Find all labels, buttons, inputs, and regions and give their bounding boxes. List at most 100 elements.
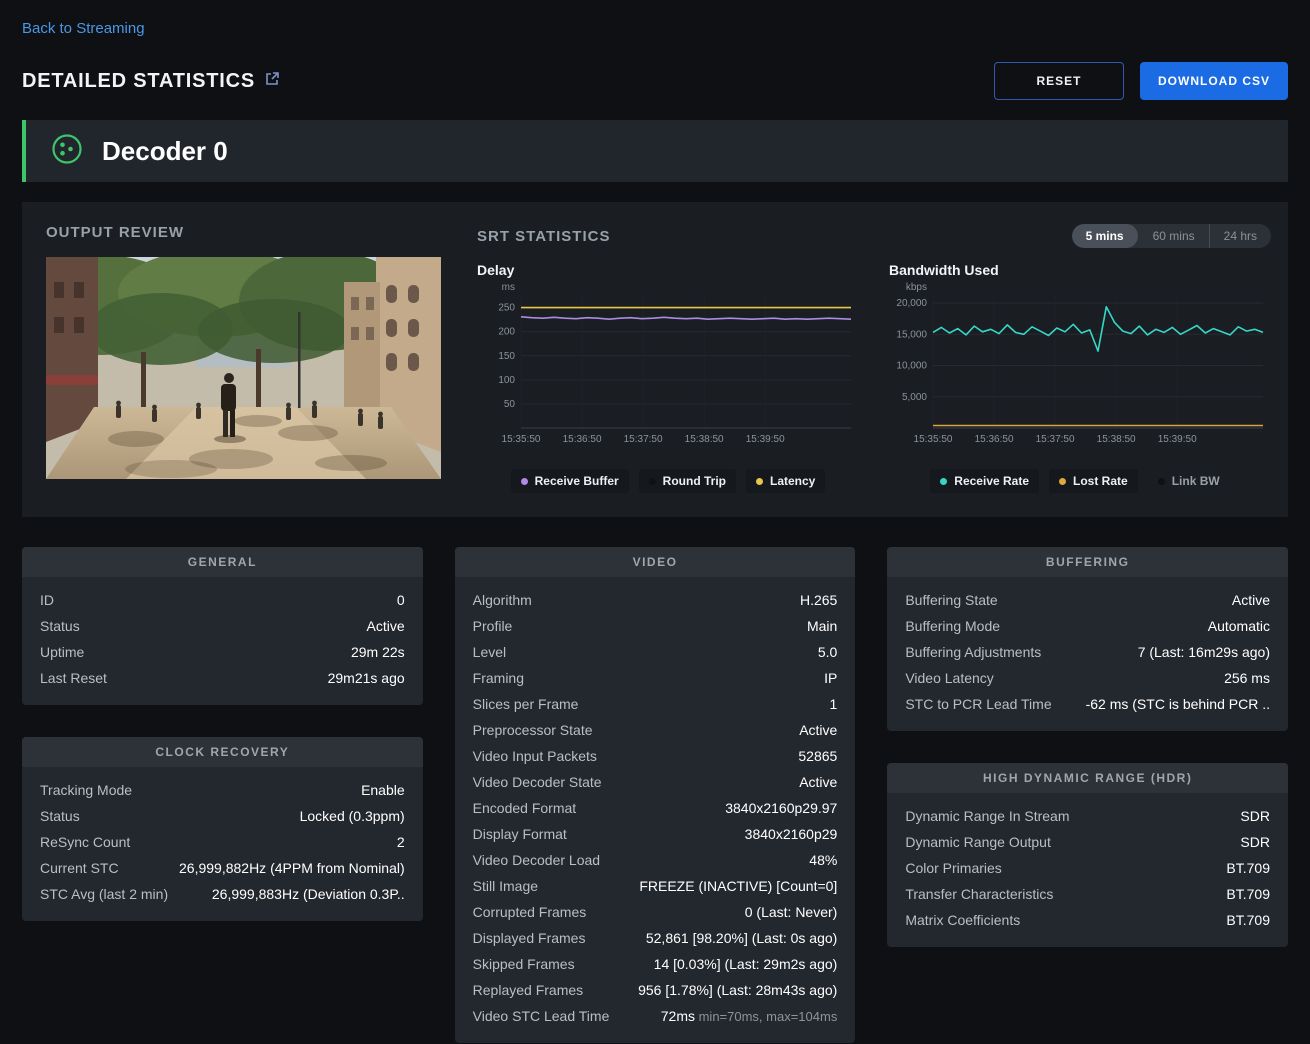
stat-cards: GENERAL ID0StatusActiveUptime29m 22sLast…	[22, 547, 1288, 1043]
stat-row: Buffering State Active	[905, 587, 1270, 613]
stat-value: Active	[1232, 592, 1270, 608]
video-card-title: VIDEO	[455, 547, 856, 577]
stat-label: Framing	[473, 670, 524, 686]
svg-text:150: 150	[498, 351, 515, 362]
back-link[interactable]: Back to Streaming	[22, 20, 145, 37]
stat-row: Displayed Frames52,861 [98.20%] (Last: 0…	[473, 925, 838, 951]
hdr-card-body: Dynamic Range In StreamSDRDynamic Range …	[887, 793, 1288, 947]
stat-row: Color PrimariesBT.709	[905, 855, 1270, 881]
legend-item[interactable]: Receive Rate	[930, 469, 1039, 493]
stat-value: 7 (Last: 16m29s ago)	[1138, 644, 1270, 660]
stat-value: 256 ms	[1224, 670, 1270, 686]
stat-label: Dynamic Range In Stream	[905, 808, 1069, 824]
legend-item[interactable]: Latency	[746, 469, 825, 493]
svg-text:ms: ms	[502, 282, 515, 293]
clock-recovery-card-title: CLOCK RECOVERY	[22, 737, 423, 767]
legend-dot-icon	[521, 478, 528, 485]
bandwidth-chart: Bandwidth Used kbps5,00010,00015,00020,0…	[889, 262, 1271, 493]
general-card-title: GENERAL	[22, 547, 423, 577]
legend-item[interactable]: Receive Buffer	[511, 469, 629, 493]
stat-value: FREEZE (INACTIVE) [Count=0]	[639, 878, 837, 894]
stat-row: FramingIP	[473, 665, 838, 691]
svg-text:15:36:50: 15:36:50	[975, 434, 1014, 445]
stat-row: Corrupted Frames0 (Last: Never)	[473, 899, 838, 925]
stat-row: ReSync Count 2	[40, 829, 405, 855]
legend-dot-icon	[756, 478, 763, 485]
page-header: DETAILED STATISTICS RESET DOWNLOAD CSV	[22, 62, 1288, 100]
stat-label: Preprocessor State	[473, 722, 593, 738]
clock-recovery-card-body: Tracking ModeEnableStatusLocked (0.3ppm)…	[22, 767, 423, 921]
bandwidth-chart-legend: Receive Rate Lost Rate Link BW	[889, 469, 1271, 493]
video-preview	[46, 257, 441, 479]
buffering-card-body: Buffering State Active Buffering ModeAutom…	[887, 577, 1288, 731]
stat-label: Replayed Frames	[473, 982, 584, 998]
stat-row: Skipped Frames14 [0.03%] (Last: 29m2s ag…	[473, 951, 838, 977]
stat-row: Video Decoder Load48%	[473, 847, 838, 873]
stat-label: Uptime	[40, 644, 84, 660]
hdr-card-title: HIGH DYNAMIC RANGE (HDR)	[887, 763, 1288, 793]
stat-value: BT.709	[1226, 886, 1270, 902]
stat-label: Status	[40, 618, 80, 634]
stat-value: 48%	[809, 852, 837, 868]
svg-text:kbps: kbps	[906, 282, 927, 293]
download-csv-button[interactable]: DOWNLOAD CSV	[1140, 62, 1288, 100]
svg-text:15:39:50: 15:39:50	[1158, 434, 1197, 445]
decoder-icon	[50, 132, 84, 171]
svg-text:200: 200	[498, 327, 515, 338]
delay-chart-title: Delay	[477, 262, 859, 278]
time-range-option[interactable]: 24 hrs	[1209, 224, 1271, 248]
page-title: DETAILED STATISTICS	[22, 70, 255, 93]
stat-label: Video Decoder State	[473, 774, 602, 790]
delay-chart-legend: Receive Buffer Round Trip Latency	[477, 469, 859, 493]
stat-label: STC Avg (last 2 min)	[40, 886, 168, 902]
svg-text:15:38:50: 15:38:50	[685, 434, 724, 445]
stat-row: Buffering ModeAutomatic	[905, 613, 1270, 639]
stat-value: 0 (Last: Never)	[745, 904, 838, 920]
time-range-option[interactable]: 5 mins	[1072, 224, 1138, 248]
stat-value: 3840x2160p29.97	[725, 800, 837, 816]
stat-label: Matrix Coefficients	[905, 912, 1020, 928]
stat-label: Buffering State	[905, 592, 997, 608]
stat-value: -62 ms (STC is behind PCR ..	[1086, 696, 1270, 712]
stat-value: 2	[397, 834, 405, 850]
svg-text:100: 100	[498, 375, 515, 386]
stat-label: Current STC	[40, 860, 119, 876]
stat-value: 5.0	[818, 644, 837, 660]
srt-statistics-section: SRT STATISTICS 5 mins60 mins24 hrs Delay…	[477, 224, 1271, 493]
stat-value: SDR	[1240, 834, 1270, 850]
general-card-body: ID0StatusActiveUptime29m 22sLast Reset29…	[22, 577, 423, 705]
time-range-toggle: 5 mins60 mins24 hrs	[1072, 224, 1271, 248]
legend-dot-icon	[940, 478, 947, 485]
stat-value: Automatic	[1208, 618, 1270, 634]
stat-value: 1	[830, 696, 838, 712]
svg-text:5,000: 5,000	[902, 392, 927, 403]
stat-label: Level	[473, 644, 506, 660]
svg-text:15:35:50: 15:35:50	[502, 434, 541, 445]
stat-row: Replayed Frames 956 [1.78%] (Last: 28m43s…	[473, 977, 838, 1003]
stat-value: 3840x2160p29	[745, 826, 838, 842]
stat-row: Video Latency256 ms	[905, 665, 1270, 691]
output-review-section: OUTPUT REVIEW	[46, 224, 441, 493]
stat-row: Matrix CoefficientsBT.709	[905, 907, 1270, 933]
stat-value: 29m21s ago	[328, 670, 405, 686]
stat-value: 52,861 [98.20%] (Last: 0s ago)	[646, 930, 837, 946]
stat-value: Active	[799, 722, 837, 738]
legend-dot-icon	[1059, 478, 1066, 485]
legend-item[interactable]: Lost Rate	[1049, 469, 1138, 493]
time-range-option[interactable]: 60 mins	[1138, 224, 1209, 248]
stat-row: Tracking ModeEnable	[40, 777, 405, 803]
output-review-title: OUTPUT REVIEW	[46, 224, 441, 241]
stat-row: ProfileMain	[473, 613, 838, 639]
svg-text:15:37:50: 15:37:50	[624, 434, 663, 445]
legend-label: Round Trip	[663, 474, 726, 488]
srt-title: SRT STATISTICS	[477, 228, 610, 245]
reset-button[interactable]: RESET	[994, 62, 1124, 100]
stat-row: Current STC26,999,882Hz (4PPM from Nomin…	[40, 855, 405, 881]
external-link-icon[interactable]	[265, 71, 280, 91]
legend-item[interactable]: Round Trip	[639, 469, 736, 493]
stat-label: ReSync Count	[40, 834, 130, 850]
stat-value: 956 [1.78%] (Last: 28m43s ago)	[638, 982, 837, 998]
legend-item[interactable]: Link BW	[1148, 469, 1230, 493]
stat-row: Encoded Format3840x2160p29.97	[473, 795, 838, 821]
stat-label: Display Format	[473, 826, 567, 842]
